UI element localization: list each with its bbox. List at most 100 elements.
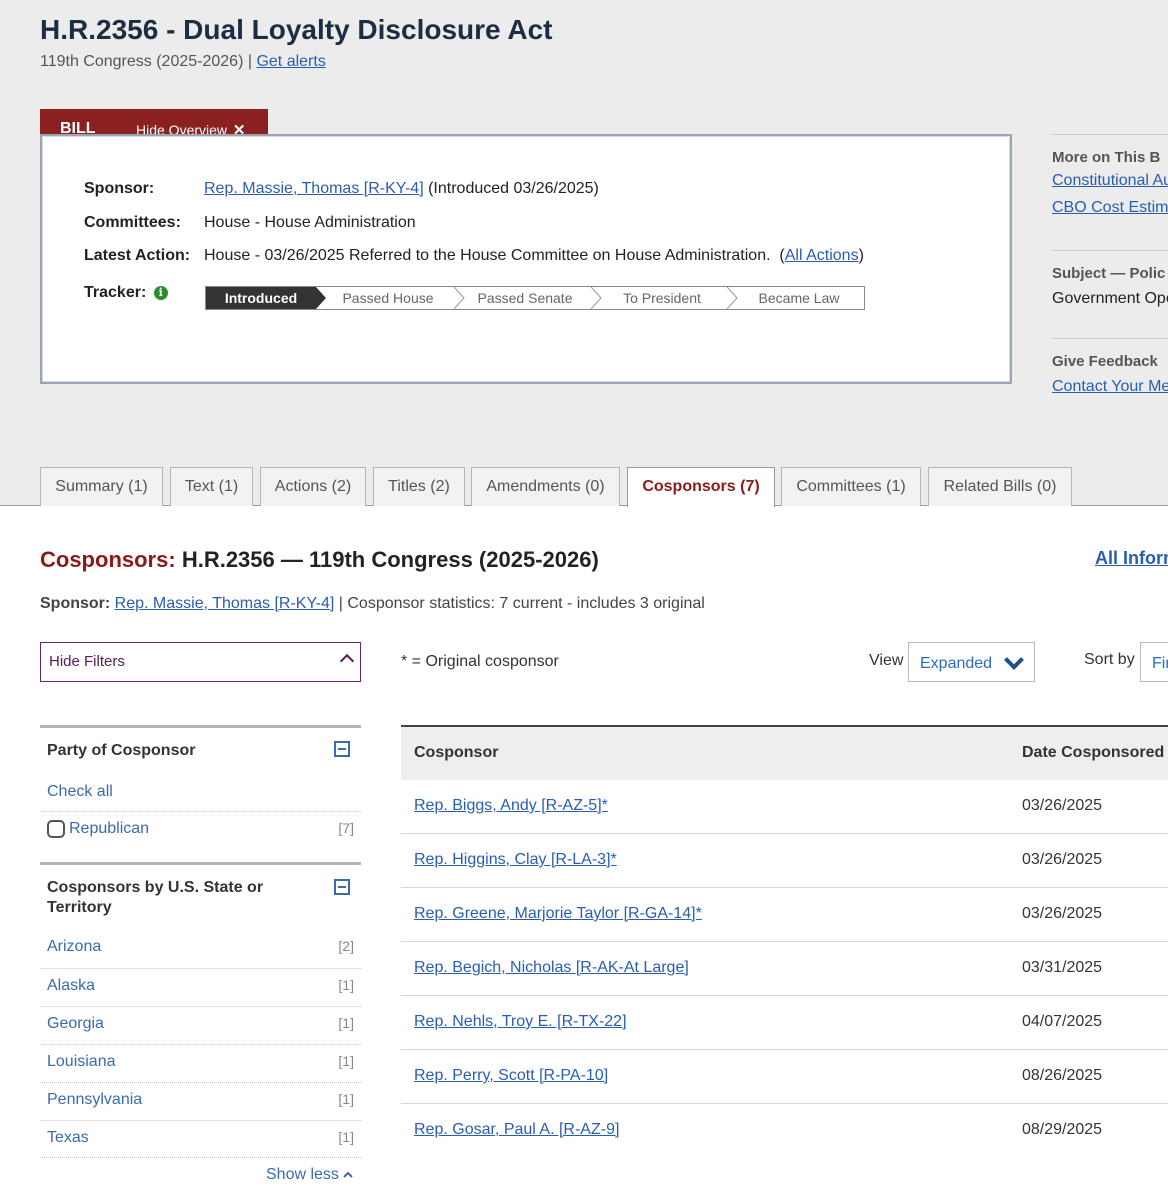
table-row: Rep. Gosar, Paul A. [R-AZ-9] 08/29/2025	[401, 1104, 1168, 1158]
bill-overview-panel: Sponsor: Rep. Massie, Thomas [R-KY-4] (I…	[40, 134, 1012, 384]
tab-text[interactable]: Text (1)	[170, 467, 253, 506]
cosponsor-link[interactable]: Rep. Higgins, Clay [R-LA-3]*	[414, 851, 617, 869]
state-filter-label[interactable]: Alaska	[47, 977, 95, 995]
separator: |	[247, 53, 252, 70]
page-title: H.R.2356 - Dual Loyalty Disclosure Act	[40, 14, 553, 45]
cosponsor-statistics: | Cosponsor statistics: 7 current - incl…	[338, 595, 705, 612]
hide-filters-button[interactable]: Hide Filters	[40, 642, 361, 682]
show-less-link[interactable]: Show less	[266, 1166, 354, 1184]
facet-count: [1]	[338, 977, 354, 993]
tab-amendments[interactable]: Amendments (0)	[471, 467, 620, 506]
facet-row-texas[interactable]: Texas [1]	[40, 1120, 361, 1157]
col-header-cosponsor[interactable]: Cosponsor	[414, 744, 498, 762]
committees-value: House - House Administration	[204, 214, 416, 231]
facet-row-pennsylvania[interactable]: Pennsylvania [1]	[40, 1082, 361, 1119]
congress-line: 119th Congress (2025-2026) | Get alerts	[40, 53, 326, 71]
table-row: Rep. Higgins, Clay [R-LA-3]* 03/26/2025	[401, 834, 1168, 888]
chevron-up-icon	[339, 653, 355, 669]
all-actions-link[interactable]: All Actions	[785, 247, 859, 264]
tab-summary[interactable]: Summary (1)	[40, 467, 163, 506]
state-filter-label[interactable]: Pennsylvania	[47, 1091, 142, 1109]
cosponsor-link[interactable]: Rep. Biggs, Andy [R-AZ-5]*	[414, 797, 608, 815]
cosponsor-date: 03/26/2025	[1022, 797, 1103, 814]
state-filter-label[interactable]: Texas	[47, 1129, 89, 1147]
col-header-date[interactable]: Date Cosponsored	[1022, 744, 1164, 762]
cbo-cost-estimate-link[interactable]: CBO Cost Estim	[1052, 199, 1168, 217]
state-filter-label[interactable]: Arizona	[47, 938, 101, 956]
tracker-arrow	[316, 287, 326, 309]
latest-action-value: House - 03/26/2025 Referred to the House…	[204, 247, 864, 264]
congress-label: 119th Congress (2025-2026)	[40, 53, 244, 70]
cosponsor-date: 03/26/2025	[1022, 905, 1103, 922]
collapse-icon[interactable]	[334, 879, 350, 895]
facet-divider	[40, 725, 361, 728]
tab-actions[interactable]: Actions (2)	[260, 467, 366, 506]
cosponsor-link[interactable]: Rep. Perry, Scott [R-PA-10]	[414, 1067, 608, 1085]
facet-divider	[40, 862, 361, 865]
facet-row-arizona[interactable]: Arizona [2]	[40, 930, 361, 967]
facet-count: [1]	[338, 1015, 354, 1031]
tab-cosponsors[interactable]: Cosponsors (7)	[627, 467, 775, 507]
sidebar-feedback-section: Give Feedback Contact Your Me	[1052, 338, 1168, 419]
cosponsor-link[interactable]: Rep. Begich, Nicholas [R-AK-At Large]	[414, 959, 689, 977]
facet-row-georgia[interactable]: Georgia [1]	[40, 1006, 361, 1043]
view-select-value: Expanded	[920, 655, 993, 672]
tab-related-bills[interactable]: Related Bills (0)	[928, 467, 1072, 506]
show-less-label: Show less	[266, 1166, 339, 1183]
hide-filters-label: Hide Filters	[49, 653, 125, 670]
sidebar-subject-section: Subject — Polic Government Ope	[1052, 250, 1168, 331]
committees-label: Committees:	[84, 214, 181, 231]
table-row: Rep. Perry, Scott [R-PA-10] 08/26/2025	[401, 1050, 1168, 1104]
sort-label: Sort by	[1084, 651, 1135, 668]
constitutional-authority-link[interactable]: Constitutional Au	[1052, 172, 1168, 190]
latest-action-label: Latest Action:	[84, 247, 191, 264]
sponsor-link[interactable]: Rep. Massie, Thomas [R-KY-4]	[204, 180, 424, 197]
cosponsor-date: 03/26/2025	[1022, 851, 1103, 868]
table-header: Cosponsor Date Cosponsored	[401, 725, 1168, 780]
tracker-step-passed-house: Passed House	[342, 290, 434, 306]
tracker-step-became-law: Became Law	[758, 290, 840, 306]
latest-action-text: House - 03/26/2025 Referred to the House…	[204, 247, 771, 264]
table-row: Rep. Biggs, Andy [R-AZ-5]* 03/26/2025	[401, 780, 1168, 834]
sponsor-value: Rep. Massie, Thomas [R-KY-4] (Introduced…	[204, 180, 599, 198]
introduced-date: (Introduced 03/26/2025)	[428, 180, 599, 197]
view-label: View	[869, 652, 904, 669]
cosponsor-link[interactable]: Rep. Gosar, Paul A. [R-AZ-9]	[414, 1121, 619, 1139]
cosponsor-date: 08/26/2025	[1022, 1067, 1103, 1084]
facet-count: [1]	[338, 1129, 354, 1145]
facet-row-republican[interactable]: Republican [7]	[40, 811, 361, 848]
cosponsor-link[interactable]: Rep. Nehls, Troy E. [R-TX-22]	[414, 1013, 627, 1031]
facet-count: [7]	[338, 820, 354, 836]
collapse-icon[interactable]	[334, 741, 350, 757]
check-all-link[interactable]: Check all	[47, 783, 113, 801]
cosponsors-heading: Cosponsors: H.R.2356 — 119th Congress (2…	[40, 547, 599, 573]
info-icon[interactable]: i	[153, 286, 168, 300]
get-alerts-link[interactable]: Get alerts	[256, 53, 325, 70]
facet-row-louisiana[interactable]: Louisiana [1]	[40, 1044, 361, 1081]
sidebar-subject-value: Government Ope	[1052, 290, 1168, 307]
cosponsors-heading-prefix: Cosponsors:	[40, 547, 176, 572]
checkbox-icon[interactable]	[47, 820, 65, 838]
sidebar-more-section: More on This B Constitutional Au CBO Cos…	[1052, 134, 1168, 235]
view-select[interactable]: Expanded	[908, 642, 1035, 682]
sponsor-label: Sponsor:	[84, 180, 155, 197]
tracker-step-passed-senate: Passed Senate	[477, 290, 573, 306]
sort-select[interactable]: Fir	[1140, 642, 1168, 682]
chevron-down-icon	[1004, 650, 1024, 670]
state-filter-label[interactable]: Louisiana	[47, 1053, 116, 1071]
sponsor-line-link[interactable]: Rep. Massie, Thomas [R-KY-4]	[115, 595, 335, 612]
facet-count: [1]	[338, 1053, 354, 1069]
contact-member-link[interactable]: Contact Your Me	[1052, 378, 1168, 396]
cosponsor-date: 04/07/2025	[1022, 1013, 1103, 1030]
state-filter-label[interactable]: Georgia	[47, 1015, 104, 1033]
tracker-label: Tracker: i	[84, 284, 168, 302]
facet-row-alaska[interactable]: Alaska [1]	[40, 968, 361, 1005]
republican-filter[interactable]: Republican	[47, 820, 149, 838]
all-information-link[interactable]: All Inform	[1095, 548, 1168, 569]
tab-committees[interactable]: Committees (1)	[781, 467, 921, 506]
sponsor-line-label: Sponsor:	[40, 595, 111, 612]
state-facet-heading: Cosponsors by U.S. State or Territory	[47, 879, 264, 916]
sidebar-more-heading: More on This B	[1052, 149, 1161, 166]
cosponsor-link[interactable]: Rep. Greene, Marjorie Taylor [R-GA-14]*	[414, 905, 702, 923]
tab-titles[interactable]: Titles (2)	[373, 467, 465, 506]
